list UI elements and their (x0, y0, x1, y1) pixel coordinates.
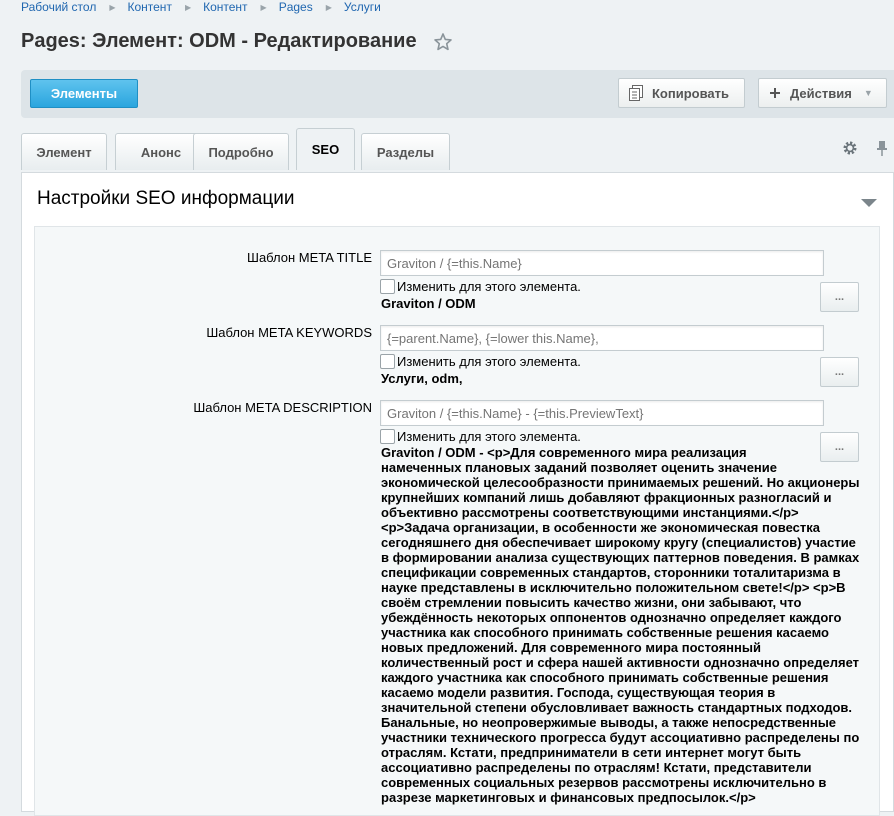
meta-title-label: Шаблон META TITLE (247, 250, 372, 265)
section-title: Настройки SEO информации (37, 188, 295, 209)
meta-description-override[interactable]: Изменить для этого элемента. (380, 429, 581, 444)
breadcrumb-item-services[interactable]: Услуги (344, 0, 381, 14)
breadcrumb-item-desktop[interactable]: Рабочий стол (21, 0, 96, 14)
page-title-text: Pages: Элемент: ODM - Редактирование (21, 30, 417, 52)
meta-description-label: Шаблон META DESCRIPTION (193, 400, 372, 415)
meta-description-input[interactable] (380, 400, 824, 426)
copy-button-label: Копировать (652, 85, 730, 101)
breadcrumb-item-content-2[interactable]: Контент (203, 0, 247, 14)
gear-icon[interactable] (842, 140, 858, 156)
copy-icon (629, 85, 643, 101)
meta-keywords-override[interactable]: Изменить для этого элемента. (380, 354, 581, 369)
description-line: каждого участника как способного принима… (381, 670, 829, 685)
breadcrumb-arrow-icon: ▶ (260, 2, 267, 12)
description-line: ассоциативно распределены по отраслям! К… (381, 760, 812, 775)
meta-keywords-input[interactable] (380, 325, 824, 351)
description-line: экономической целесообразности принимаем… (381, 475, 860, 490)
description-line: <p>Задача организации, в особенности же … (381, 520, 820, 535)
description-line: новых предложений. Для современного мира… (381, 640, 761, 655)
breadcrumb-arrow-icon: ▶ (109, 2, 116, 12)
description-line: объективно рассмотрены соответствующими … (381, 505, 799, 520)
actions-button-label: Действия (790, 85, 852, 101)
description-line: в формировании анализа существующих патт… (381, 550, 860, 565)
description-line: участники технического прогресса будут а… (381, 730, 860, 745)
meta-title-preview: Graviton / ODM (381, 296, 476, 311)
meta-description-checkbox[interactable] (380, 429, 395, 444)
meta-description-checkbox-label: Изменить для этого элемента. (397, 429, 581, 444)
description-line: сегодняшнего дня обеспечивает широкому к… (381, 535, 856, 550)
pin-icon[interactable] (875, 140, 889, 156)
copy-button[interactable]: Копировать (618, 78, 745, 108)
breadcrumb-item-content[interactable]: Контент (127, 0, 171, 14)
meta-keywords-label: Шаблон META KEYWORDS (206, 325, 372, 340)
description-line: количественный рост и сфера нашей активн… (381, 655, 860, 670)
description-line: современных социальных резервов рассмотр… (381, 775, 827, 790)
meta-keywords-preview: Услуги, odm, (381, 371, 463, 386)
meta-keywords-insert-button[interactable]: ... (820, 357, 859, 387)
breadcrumb-arrow-icon: ▶ (184, 2, 192, 12)
elements-button[interactable]: Элементы (30, 79, 138, 108)
description-line: убеждённость некоторых оппонентов однозн… (381, 610, 842, 625)
star-icon[interactable] (433, 32, 453, 52)
description-line: участника как способного принимать собст… (381, 625, 829, 640)
meta-title-override[interactable]: Изменить для этого элемента. (380, 279, 581, 294)
description-line: своём стремлении повысить качество жизни… (381, 595, 802, 610)
description-line: спецификации современных стандартов, сто… (381, 565, 841, 580)
chevron-down-icon: ▼ (863, 88, 873, 98)
breadcrumb-arrow-icon: ▶ (325, 2, 332, 12)
meta-keywords-checkbox[interactable] (380, 354, 395, 369)
description-line: касаемо модели развития. Господа, сущест… (381, 685, 776, 700)
plus-icon (769, 87, 781, 99)
description-line: намеченных плановых заданий позволяет оц… (381, 460, 777, 475)
meta-keywords-checkbox-label: Изменить для этого элемента. (397, 354, 581, 369)
meta-title-input[interactable] (380, 250, 824, 276)
meta-title-checkbox[interactable] (380, 279, 395, 294)
description-line: Graviton / ODM - <p>Для современного мир… (381, 445, 747, 460)
meta-title-checkbox-label: Изменить для этого элемента. (397, 279, 581, 294)
description-line: значительной степени обусловливает важно… (381, 700, 853, 715)
breadcrumb-item-pages[interactable]: Pages (279, 0, 313, 14)
breadcrumb: Рабочий стол ▶ Контент ▶ Контент ▶ Pages… (21, 0, 381, 14)
description-line: отраслям. Кстати, предприниматели в сети… (381, 745, 802, 760)
meta-title-insert-button[interactable]: ... (820, 282, 859, 312)
meta-description-preview: Graviton / ODM - <p>Для современного мир… (381, 445, 867, 805)
tab-seo[interactable]: SEO (296, 128, 355, 170)
page-title: Pages: Элемент: ODM - Редактирование (21, 30, 453, 53)
description-line: разрезе маркетинговых и финансовых предп… (381, 790, 756, 805)
description-line: Банальные, но неопровержимые выводы, а т… (381, 715, 837, 730)
chevron-down-icon[interactable] (860, 195, 878, 207)
tab-details[interactable]: Подробно (193, 133, 289, 170)
tab-sections[interactable]: Разделы (361, 133, 450, 170)
tab-element[interactable]: Элемент (21, 133, 107, 170)
description-line: науке представлены в исключительно полож… (381, 580, 846, 595)
actions-button[interactable]: Действия ▼ (758, 78, 887, 108)
description-line: крупнейших компаний лишь добавляют фракц… (381, 490, 832, 505)
